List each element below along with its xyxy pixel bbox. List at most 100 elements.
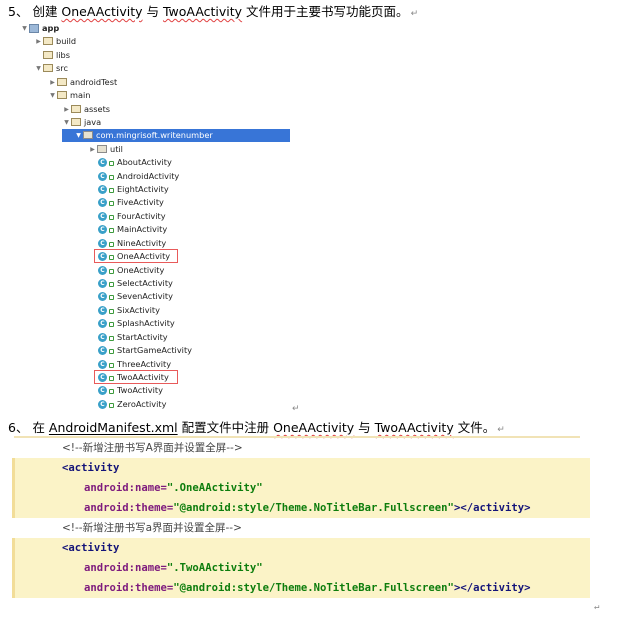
lock-icon [109,201,114,207]
lock-icon [109,174,114,180]
class-icon: C [98,319,107,329]
highlight-box [94,249,178,264]
tree-item-androidactivity[interactable]: C AndroidActivity [98,170,179,183]
tree-item-label: app [42,23,60,33]
tag: ></activity> [453,582,531,594]
tree-item-label: AndroidActivity [117,170,180,181]
tree-item-label: SixActivity [117,304,160,315]
tree-item-zeroactivity[interactable]: C ZeroActivity [98,398,166,411]
tree-item-label: StartActivity [117,331,168,342]
comment: <!--新增注册书写A界面并设置全屏--> [62,442,243,454]
lock-icon [109,349,114,355]
gutter [12,478,15,498]
class-icon: C [98,198,107,208]
folder-icon [43,37,53,46]
tree-item-aboutactivity[interactable]: C AboutActivity [98,156,172,169]
paragraph-mark-icon: ↵ [594,602,600,612]
class-icon: C [98,158,107,168]
chevron-right-icon[interactable]: ▶ [34,35,43,48]
class-icon: C [98,185,107,195]
tree-item-label: ZeroActivity [117,398,167,409]
attr: android:name= [84,562,167,574]
chevron-down-icon[interactable]: ▼ [20,22,29,35]
tree-item-label: java [84,116,102,127]
paragraph-mark-icon: ↵ [497,425,505,435]
tree-item-label: AboutActivity [117,157,172,168]
tree-item-label: util [110,143,123,154]
class-icon: C [98,238,107,248]
tree-item-eightactivity[interactable]: C EightActivity [98,183,169,196]
tree-item-startactivity[interactable]: C StartActivity [98,331,168,344]
package-icon [83,131,93,140]
folder-icon [57,77,67,86]
tree-item-label: SevenActivity [117,291,173,302]
tree-item-main[interactable]: ▼ main [48,89,90,102]
class-icon: C [98,265,107,275]
tree-item-java[interactable]: ▼ java [62,116,101,129]
tree-item-label: SplashActivity [117,318,175,329]
string: ".OneAActivity" [166,482,263,494]
gutter [12,498,15,518]
text: 文件。 [453,420,496,435]
tree-item-label: ThreeActivity [117,358,172,369]
comment: <!--新增注册书写a界面并设置全屏--> [62,522,242,534]
tree-item-label: src [56,63,68,74]
tree-item-nineactivity[interactable]: C NineActivity [98,237,166,250]
tree-item-sevenactivity[interactable]: C SevenActivity [98,290,173,303]
tree-item-threeactivity[interactable]: C ThreeActivity [98,358,171,371]
lock-icon [109,228,114,234]
lock-icon [109,241,114,247]
module-icon [29,24,39,33]
tree-item-fiveactivity[interactable]: C FiveActivity [98,196,164,209]
tag: <activity [62,542,120,554]
lock-icon [109,322,114,328]
class-icon: C [98,292,107,302]
lock-icon [109,188,114,194]
text: 与 [354,420,375,435]
tree-item-sixactivity[interactable]: C SixActivity [98,304,160,317]
chevron-right-icon[interactable]: ▶ [88,143,97,156]
tree-item-app[interactable]: ▼ app [20,22,59,35]
step-number: 5、 [8,4,29,19]
tree-item-androidtest[interactable]: ▶ androidTest [48,76,117,89]
code-line: android:theme="@android:style/Theme.NoTi… [12,498,590,518]
tree-item-src[interactable]: ▼ src [34,62,68,75]
code-comment-line: <!--新增注册书写a界面并设置全屏--> [62,518,242,538]
tree-item-splashactivity[interactable]: C SplashActivity [98,317,175,330]
class-icon: C [98,211,107,221]
code-line: android:name=".TwoAActivity" [12,558,590,578]
paragraph-mark-icon: ↵ [592,596,599,616]
tree-item-label: StartGameActivity [117,345,192,356]
tree-item-label: libs [56,49,71,60]
tree-item-mainactivity[interactable]: C MainActivity [98,223,167,236]
class-icon: C [98,386,107,396]
tree-item-assets[interactable]: ▶ assets [62,103,110,116]
tree-item-twoactivity[interactable]: C TwoActivity [98,384,163,397]
chevron-down-icon[interactable]: ▼ [74,129,83,142]
tree-item-util[interactable]: ▶ util [88,143,123,156]
step-5-heading: 5、 创建 OneAActivity 与 TwoAActivity 文件用于主要… [8,4,418,22]
tree-item-startgameactivity[interactable]: C StartGameActivity [98,344,192,357]
tree-item-libs[interactable]: libs [34,49,70,62]
lock-icon [109,402,114,408]
text: 创建 [32,4,62,19]
lock-icon [109,281,114,287]
chevron-down-icon[interactable]: ▼ [62,116,71,129]
chevron-down-icon[interactable]: ▼ [48,89,57,102]
chevron-right-icon[interactable]: ▶ [48,76,57,89]
class-icon: C [98,305,107,315]
chevron-down-icon[interactable]: ▼ [34,62,43,75]
chevron-right-icon[interactable]: ▶ [62,103,71,116]
tree-item-label: MainActivity [117,224,168,235]
text: 配置文件中注册 [177,420,274,435]
string: ".TwoAActivity" [166,562,263,574]
gutter [12,578,15,598]
tree-item-fouractivity[interactable]: C FourActivity [98,210,166,223]
gutter [12,538,15,558]
tree-item-oneactivity[interactable]: C OneActivity [98,264,164,277]
tree-item-selectactivity[interactable]: C SelectActivity [98,277,173,290]
tree-item-build[interactable]: ▶ build [34,35,76,48]
lock-icon [109,268,114,274]
folder-icon [43,50,53,59]
tree-item-com-mingrisoft-writenumber[interactable]: ▼ com.mingrisoft.writenumber [62,129,290,143]
